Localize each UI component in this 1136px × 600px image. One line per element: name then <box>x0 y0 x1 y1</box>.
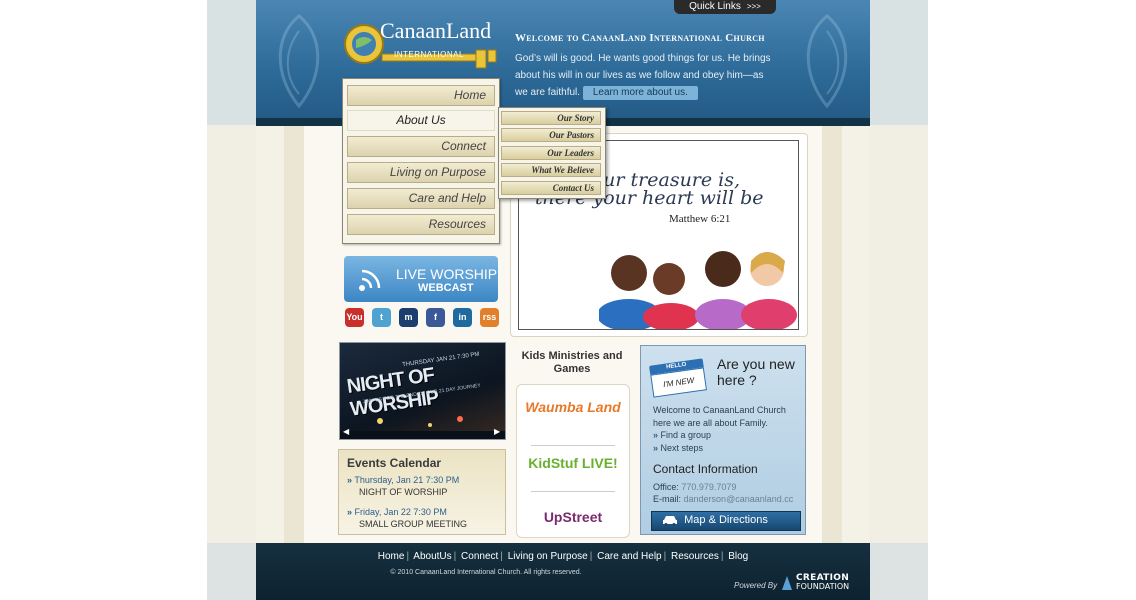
live-worship-webcast-button[interactable]: LIVE WORSHIP WEBCAST <box>344 256 498 302</box>
children-photo <box>599 251 797 329</box>
powered-by: Powered By <box>734 581 778 590</box>
promo-next-icon[interactable]: ▶ <box>494 427 500 436</box>
site-page: Quick Links >>> CanaanLand INTERNATIONAL … <box>256 0 870 600</box>
new-here-panel: HELLO I'M NEW Are you new here ? Welcome… <box>640 345 806 535</box>
nav-item-connect[interactable]: Connect <box>347 136 495 157</box>
submenu-our-pastors[interactable]: Our Pastors <box>501 128 601 142</box>
event-item[interactable]: » Friday, Jan 22 7:30 PM SMALL GROUP MEE… <box>347 506 467 530</box>
next-steps-link[interactable]: » Next steps <box>653 443 703 453</box>
promo-prev-icon[interactable]: ◀ <box>343 427 349 436</box>
upstreet-logo[interactable]: UpStreet <box>517 509 629 525</box>
submenu-contact-us[interactable]: Contact Us <box>501 181 601 195</box>
footer-link-connect[interactable]: Connect <box>461 551 498 562</box>
welcome-title: Welcome to CanaanLand International Chur… <box>515 32 765 44</box>
facebook-icon[interactable]: f <box>426 308 445 327</box>
myspace-icon[interactable]: m <box>399 308 418 327</box>
events-title: Events Calendar <box>347 456 442 470</box>
about-us-submenu: Our Story Our Pastors Our Leaders What W… <box>498 107 606 199</box>
site-logo[interactable]: CanaanLand INTERNATIONAL <box>342 16 502 70</box>
event-item[interactable]: » Thursday, Jan 21 7:30 PM NIGHT OF WORS… <box>347 474 459 498</box>
email-line: E-mail: danderson@canaanland.cc <box>653 494 793 504</box>
welcome-text-block: God’s will is good. He wants good things… <box>515 50 775 101</box>
site-footer: Home | AboutUs | Connect | Living on Purpos… <box>256 543 870 600</box>
email-label: E-mail: <box>653 494 682 504</box>
quick-links-arrows: >>> <box>746 2 761 11</box>
nav-item-care-and-help[interactable]: Care and Help <box>347 188 495 209</box>
event-name: NIGHT OF WORSHIP <box>359 487 448 497</box>
event-date: Friday, Jan 22 7:30 PM <box>354 507 447 517</box>
rss-icon[interactable]: rss <box>480 308 499 327</box>
night-of-worship-promo[interactable]: THURSDAY JAN 21 7:30 PM NIGHT OF WORSHIP… <box>339 342 506 440</box>
submenu-our-story[interactable]: Our Story <box>501 111 601 125</box>
office-line: Office: 770.979.7079 <box>653 482 736 492</box>
nav-item-resources[interactable]: Resources <box>347 214 495 235</box>
header-ornament-right-icon <box>806 14 848 109</box>
webcast-label: WEBCAST <box>418 282 474 294</box>
divider <box>531 491 615 492</box>
logo-name: CanaanLand <box>380 18 492 43</box>
backdrop-band-right <box>870 0 928 125</box>
learn-more-button[interactable]: Learn more about us. <box>582 86 698 100</box>
city-lights-graphic <box>340 416 505 439</box>
creation-foundation-logo[interactable]: CREATION FOUNDATION <box>780 573 856 591</box>
logo-subtitle: INTERNATIONAL <box>394 50 464 59</box>
event-name: SMALL GROUP MEETING <box>359 519 468 529</box>
kids-ministries-box: Waumba Land KidStuf LIVE! UpStreet <box>516 384 630 538</box>
next-steps-label: Next steps <box>660 443 704 453</box>
waumba-land-logo[interactable]: Waumba Land <box>517 399 629 415</box>
contact-title: Contact Information <box>653 462 758 476</box>
nav-item-about-us[interactable]: About Us <box>347 110 495 131</box>
backdrop-band-left <box>207 0 257 125</box>
chevron-right-icon: » <box>347 475 353 485</box>
verse-reference: Matthew 6:21 <box>669 213 731 225</box>
find-a-group-label: Find a group <box>660 430 712 440</box>
quick-links-button[interactable]: Quick Links >>> <box>674 0 776 14</box>
footer-links: Home | AboutUs | Connect | Living on Purpos… <box>377 551 749 562</box>
live-worship-label: LIVE WORSHIP <box>396 266 498 282</box>
new-here-title: Are you new here ? <box>717 356 795 388</box>
broadcast-icon <box>359 269 381 291</box>
footer-link-care-and-help[interactable]: Care and Help <box>597 551 661 562</box>
event-date: Thursday, Jan 21 7:30 PM <box>354 475 460 485</box>
footer-link-living-on-purpose[interactable]: Living on Purpose <box>508 551 588 562</box>
footer-link-blog[interactable]: Blog <box>728 551 748 562</box>
content-side-left <box>284 126 304 544</box>
nav-item-home[interactable]: Home <box>347 85 495 106</box>
footer-link-home[interactable]: Home <box>378 551 405 562</box>
header-ornament-left-icon <box>278 14 320 109</box>
footer-link-resources[interactable]: Resources <box>671 551 719 562</box>
email-link[interactable]: danderson@canaanland.cc <box>684 494 794 504</box>
chevron-right-icon: » <box>653 430 659 440</box>
new-here-text: Welcome to CanaanLand Church here we are… <box>653 405 786 428</box>
youtube-icon[interactable]: You <box>345 308 364 327</box>
divider <box>531 445 615 446</box>
name-tag-icon: HELLO I'M NEW <box>649 358 707 398</box>
kidstuf-live-logo[interactable]: KidStuf LIVE! <box>517 455 629 471</box>
copyright: © 2010 CanaanLand International Church. … <box>390 569 582 576</box>
find-a-group-link[interactable]: » Find a group <box>653 430 711 440</box>
cf-line-2: FOUNDATION <box>796 582 850 591</box>
nav-item-living-on-purpose[interactable]: Living on Purpose <box>347 162 495 183</box>
content-side-right <box>822 126 842 544</box>
backdrop-footer-right <box>870 543 928 600</box>
chevron-right-icon: » <box>347 507 353 517</box>
map-directions-button[interactable]: Map & Directions <box>651 511 801 531</box>
submenu-our-leaders[interactable]: Our Leaders <box>501 146 601 160</box>
main-nav: Home About Us Connect Living on Purpose … <box>342 78 500 244</box>
linkedin-icon[interactable]: in <box>453 308 472 327</box>
map-directions-label: Map & Directions <box>684 514 768 526</box>
creation-foundation-icon <box>782 576 792 590</box>
quick-links-label: Quick Links <box>689 1 741 12</box>
chevron-right-icon: » <box>653 443 659 453</box>
office-label: Office: <box>653 482 679 492</box>
twitter-icon[interactable]: t <box>372 308 391 327</box>
kids-ministries-title: Kids Ministries and Games <box>521 350 623 375</box>
backdrop-footer-left <box>207 543 257 600</box>
events-calendar: Events Calendar » Thursday, Jan 21 7:30 … <box>338 449 506 535</box>
submenu-what-we-believe[interactable]: What We Believe <box>501 163 601 177</box>
car-icon <box>663 516 677 526</box>
footer-link-about-us[interactable]: AboutUs <box>413 551 451 562</box>
office-phone: 770.979.7079 <box>681 482 737 492</box>
